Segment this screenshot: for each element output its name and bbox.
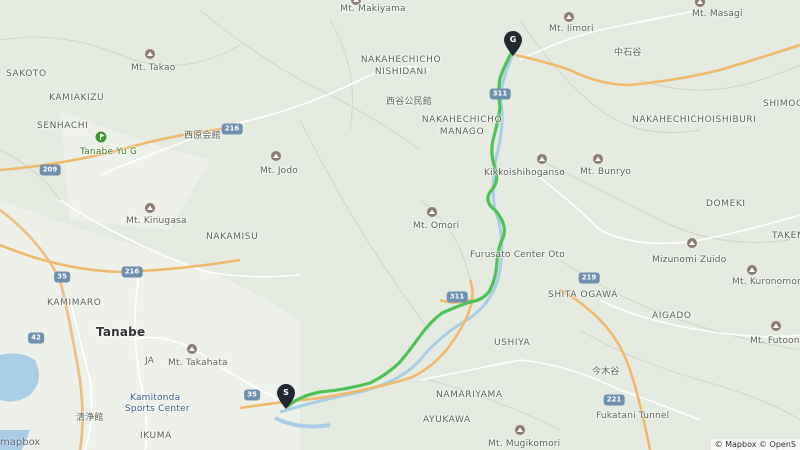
road-shield: 311 — [446, 291, 468, 303]
place-label: JA — [145, 356, 155, 366]
place-label: KAMIAKIZU — [49, 93, 105, 103]
road-shield: 35 — [244, 389, 260, 401]
place-label: 今木谷 — [592, 367, 620, 377]
place-label: USHIYA — [494, 338, 531, 348]
place-label: Mt. Kuronomori — [732, 277, 800, 287]
place-label: SENHACHI — [37, 121, 89, 131]
peak-icon — [145, 203, 155, 213]
peak-icon — [537, 154, 547, 164]
golf-icon — [95, 131, 107, 143]
start-marker[interactable]: S — [276, 384, 296, 410]
peak-icon — [695, 0, 705, 7]
place-label: Mt. Bunryo — [580, 167, 632, 177]
road-shield: 311 — [489, 88, 511, 100]
peak-icon — [747, 265, 757, 275]
place-label: IKUMA — [140, 431, 172, 441]
place-label: Mt. Masagi — [692, 9, 743, 19]
road-shield: 216 — [221, 123, 243, 135]
peak-icon — [427, 207, 437, 217]
place-label: Furusato Center Oto — [470, 250, 565, 260]
peak-icon — [515, 425, 525, 435]
start-marker-label: S — [283, 388, 289, 397]
place-label: SHITA OGAWA — [548, 290, 618, 300]
map-canvas[interactable]: Mt. Makiyama Mt. Iimori Mt. Masagi Mt. T… — [0, 0, 800, 450]
place-label: Mt. Mugikomori — [488, 439, 561, 449]
mapbox-logo[interactable]: mapbox — [0, 437, 40, 448]
place-label: NAKAHECHICHO — [421, 115, 503, 125]
place-label: Mt. Futoonomori — [750, 336, 800, 346]
place-label: NAKAHECHICHO — [360, 55, 442, 65]
place-label: Mt. Jodo — [260, 166, 298, 176]
place-label: AYUKAWA — [423, 415, 471, 425]
road-shield: 209 — [39, 164, 61, 176]
peak-icon — [187, 344, 197, 354]
place-label: TAKENO — [772, 231, 800, 241]
place-label: NAMARIYAMA — [436, 390, 503, 400]
place-label: Mt. Takao — [131, 63, 176, 73]
place-label: Kikkoishihoganso — [484, 168, 565, 178]
road-shield: 219 — [578, 272, 600, 284]
goal-marker-label: G — [509, 35, 517, 44]
place-label: Sports Center — [125, 404, 190, 414]
place-label: KAMIMARO — [47, 298, 102, 308]
peak-icon — [564, 12, 574, 22]
place-label: NAKAHECHICHOISHIBURI — [632, 115, 757, 125]
road-shield: 42 — [28, 332, 44, 344]
place-label: SHIMOGA — [763, 99, 800, 109]
peak-icon — [593, 154, 603, 164]
road-shield: 221 — [603, 394, 625, 406]
place-label: MANAGO — [439, 127, 485, 137]
place-label: SAKOTO — [6, 69, 47, 79]
place-label: DOMEKI — [706, 199, 746, 209]
place-label: Mt. Takahata — [168, 358, 228, 368]
place-label: AIGADO — [652, 311, 692, 321]
place-label: Mt. Kinugasa — [126, 216, 187, 226]
place-label: 清浄館 — [76, 413, 104, 423]
attribution-text[interactable]: © Mapbox © OpenS — [710, 439, 800, 450]
place-label: Tanabe Yu G — [80, 147, 138, 157]
place-label: Mt. Omori — [413, 221, 460, 231]
place-label: Kamitonda — [130, 393, 181, 403]
peak-icon — [271, 151, 281, 161]
place-label: 西原会館 — [184, 131, 221, 141]
peak-icon — [145, 49, 155, 59]
place-label: Mizunomi Zuido — [652, 255, 727, 265]
road-shield: 216 — [121, 266, 143, 278]
place-label: Tanabe — [96, 325, 146, 339]
goal-marker[interactable]: G — [503, 31, 523, 57]
place-label: NISHIDANI — [374, 67, 428, 77]
peak-icon — [771, 321, 781, 331]
place-label: Mt. Iimori — [549, 24, 594, 34]
road-shield: 35 — [54, 271, 70, 283]
place-label: NAKAMISU — [206, 232, 259, 242]
place-label: 中石谷 — [614, 48, 642, 58]
place-label: Mt. Makiyama — [340, 4, 406, 14]
peak-icon — [687, 238, 697, 248]
place-label: Fukatani Tunnel — [596, 411, 670, 421]
place-label: 西谷公民館 — [386, 97, 433, 107]
